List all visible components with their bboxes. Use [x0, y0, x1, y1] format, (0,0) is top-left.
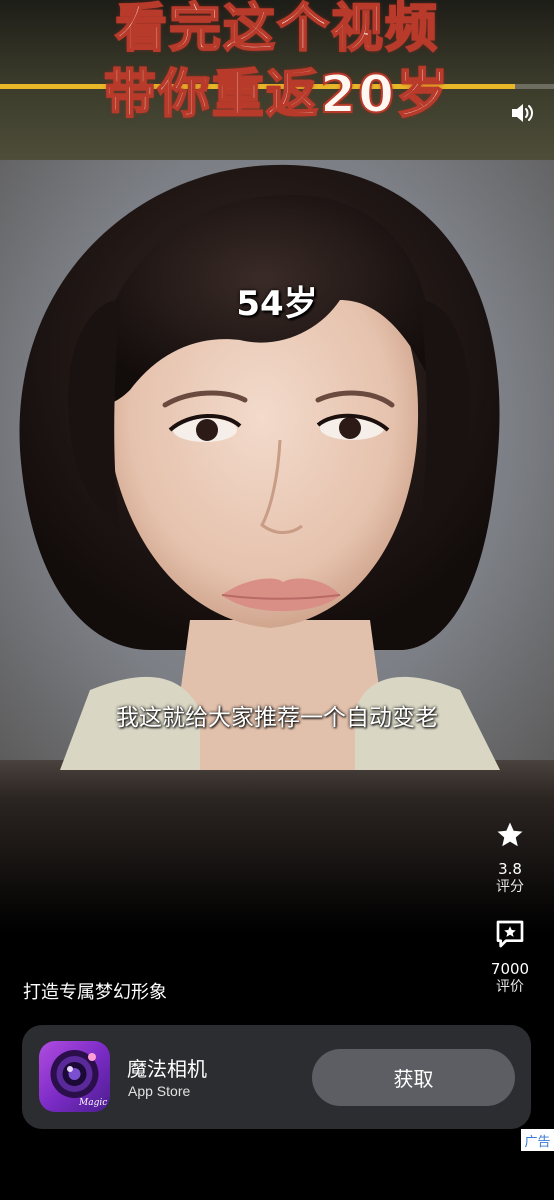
app-store-label: App Store — [128, 1083, 191, 1099]
review-button[interactable]: 7000 评价 — [478, 918, 542, 996]
volume-button[interactable] — [506, 98, 540, 128]
rating-value: 3.8 — [498, 860, 522, 878]
ad-caption: 打造专属梦幻形象 — [23, 982, 167, 1003]
rating-button[interactable]: 3.8 评分 — [478, 820, 542, 896]
rating-label: 评分 — [496, 879, 524, 895]
age-label: 54岁 — [236, 284, 318, 324]
camera-lens-icon: Magic — [50, 1050, 107, 1108]
ad-badge: 广告 — [521, 1129, 554, 1151]
star-icon — [497, 822, 523, 847]
app-icon: Magic — [39, 1041, 110, 1112]
app-icon-text: Magic — [78, 1098, 107, 1108]
review-count: 7000 — [490, 960, 530, 978]
video-title-line-2: 带你重返20岁 — [103, 64, 451, 126]
review-label: 评价 — [496, 979, 524, 995]
app-name: 魔法相机 — [127, 1057, 207, 1081]
woman-face-image — [19, 164, 500, 770]
app-card[interactable]: Magic 魔法相机 App Store 获取 — [22, 1025, 531, 1129]
speaker-icon — [512, 104, 533, 122]
video-subtitle: 我这就给大家推荐一个自动变老 — [116, 705, 438, 731]
star-message-icon — [496, 920, 524, 948]
video-player[interactable]: 看完这个视频 带你重返20岁 54岁 我这就给大家推荐一个自动变老 — [0, 0, 554, 935]
get-button[interactable]: 获取 — [312, 1049, 515, 1106]
